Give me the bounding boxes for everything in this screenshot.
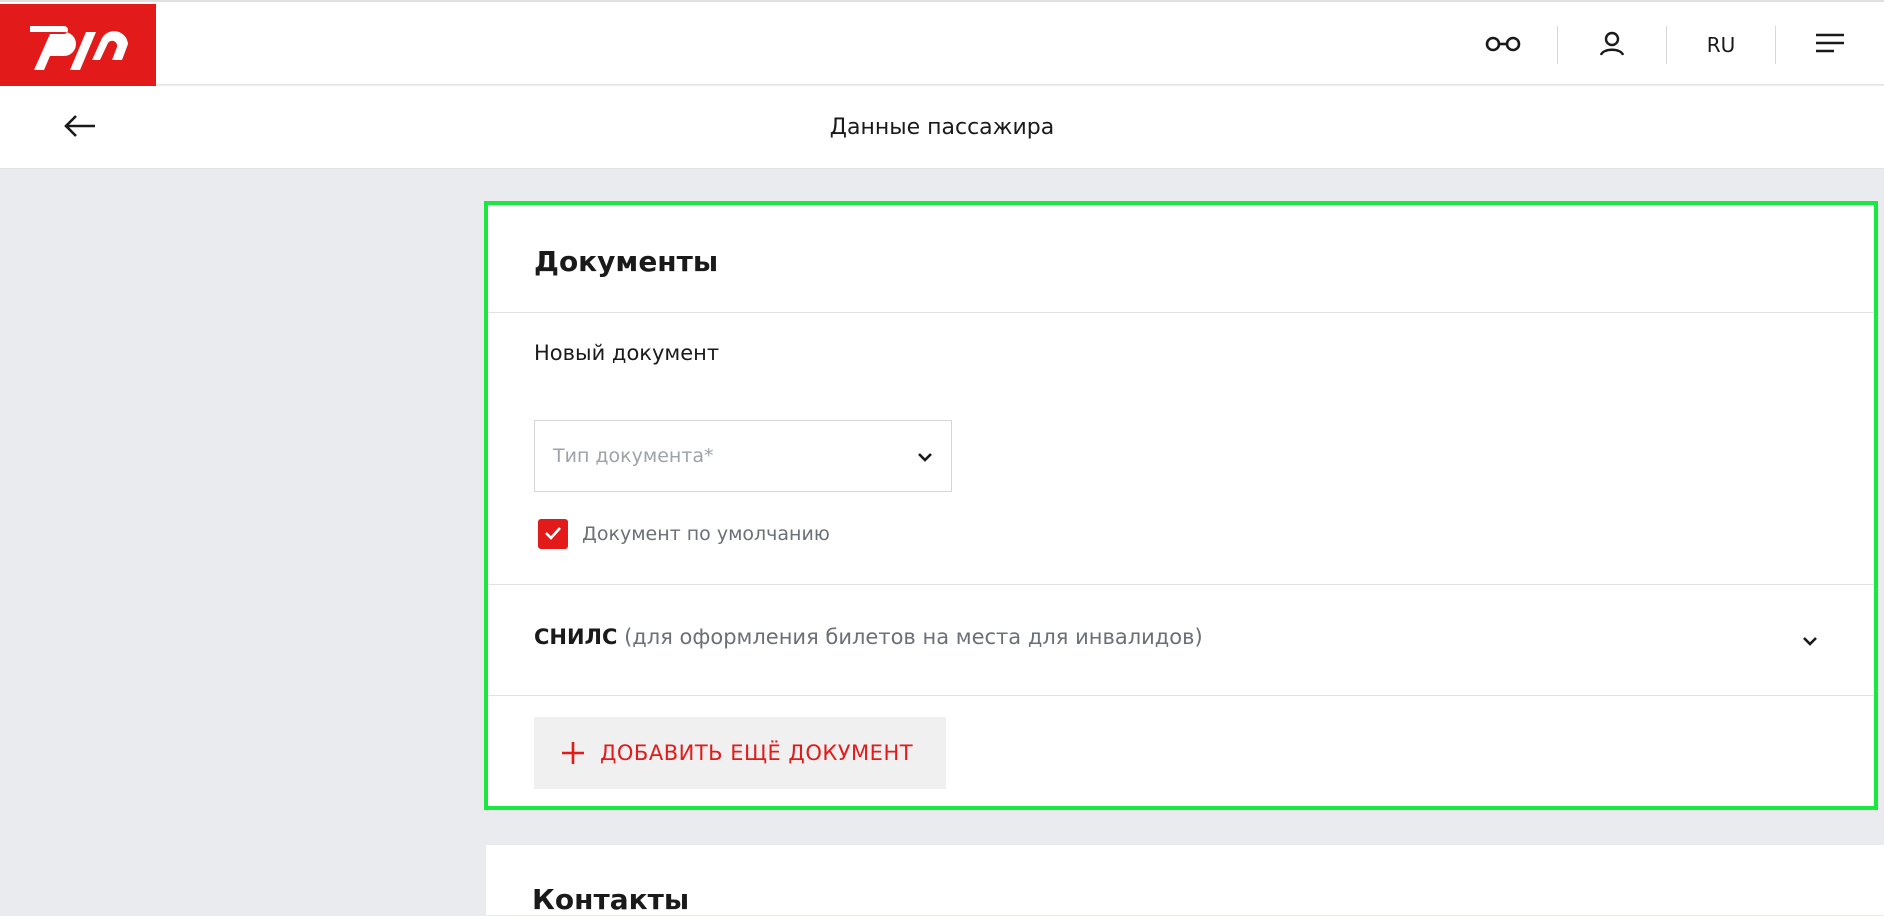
topbar-actions: RU [1449,2,1884,87]
language-switch[interactable]: RU [1667,2,1775,87]
snils-label: СНИЛС [534,625,618,649]
new-document-title: Новый документ [534,341,720,365]
page-title: Данные пассажира [829,115,1055,140]
page-header: Данные пассажира [0,86,1884,169]
contacts-title: Контакты [532,883,690,916]
profile-button[interactable] [1558,2,1666,87]
contacts-section: Контакты [486,845,1884,916]
checkmark-icon [544,525,562,544]
snils-accordion[interactable]: СНИЛС (для оформления билетов на места д… [488,585,1874,695]
glasses-icon [1484,34,1522,56]
chevron-down-icon [917,447,933,466]
documents-title: Документы [534,245,719,278]
default-document-checkbox[interactable] [538,519,568,549]
documents-section: Документы Новый документ Тип документа* … [484,201,1878,810]
user-icon [1598,29,1626,61]
default-document-option: Документ по умолчанию [538,518,830,550]
rzd-logo[interactable] [0,4,156,87]
document-type-select[interactable]: Тип документа* [534,420,952,492]
accessibility-button[interactable] [1449,2,1557,87]
menu-button[interactable] [1776,2,1884,87]
add-document-label: ДОБАВИТЬ ЕЩЁ ДОКУМЕНТ [600,741,914,765]
add-document-button[interactable]: ДОБАВИТЬ ЕЩЁ ДОКУМЕНТ [534,717,946,789]
snils-title: СНИЛС (для оформления билетов на места д… [534,625,1203,649]
plus-icon [558,738,588,768]
snils-note: (для оформления билетов на места для инв… [617,625,1203,649]
top-navigation-bar: RU [0,0,1884,87]
hamburger-menu-icon [1815,32,1845,58]
default-document-label: Документ по умолчанию [582,523,830,545]
divider [488,695,1874,696]
document-type-placeholder: Тип документа* [553,445,714,467]
language-label: RU [1706,32,1736,57]
divider [488,312,1874,313]
chevron-down-icon [1802,631,1818,650]
